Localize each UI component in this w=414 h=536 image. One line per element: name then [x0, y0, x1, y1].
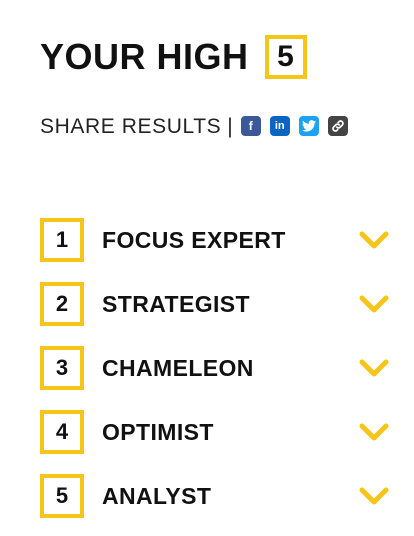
- share-separator: |: [227, 114, 233, 138]
- facebook-icon[interactable]: f: [240, 116, 261, 136]
- rank-badge: 4: [40, 410, 84, 454]
- share-results-label: SHARE RESULTS: [40, 114, 222, 138]
- linkedin-icon[interactable]: in: [269, 116, 290, 136]
- result-row-5[interactable]: 5 ANALYST: [40, 472, 394, 520]
- chevron-down-icon[interactable]: [358, 228, 390, 252]
- result-label: CHAMELEON: [102, 354, 254, 381]
- result-row-3[interactable]: 3 CHAMELEON: [40, 344, 394, 392]
- rank-badge: 5: [40, 474, 84, 518]
- results-list: 1 FOCUS EXPERT 2 STRATEGIST 3 CHAMELEON …: [40, 216, 394, 536]
- twitter-bird-icon: [301, 120, 316, 132]
- chevron-down-icon[interactable]: [358, 292, 390, 316]
- result-label: STRATEGIST: [102, 290, 250, 317]
- link-icon[interactable]: [327, 116, 348, 136]
- rank-badge: 1: [40, 218, 84, 262]
- result-label: ANALYST: [102, 482, 212, 509]
- chevron-down-icon[interactable]: [358, 484, 390, 508]
- twitter-icon[interactable]: [298, 116, 319, 136]
- chevron-down-icon[interactable]: [358, 356, 390, 380]
- chevron-down-icon[interactable]: [358, 420, 390, 444]
- page-title: YOUR HIGH: [40, 36, 249, 77]
- result-label: OPTIMIST: [102, 418, 214, 445]
- page-heading: YOUR HIGH 5: [40, 30, 307, 84]
- result-row-4[interactable]: 4 OPTIMIST: [40, 408, 394, 456]
- rank-badge: 3: [40, 346, 84, 390]
- share-bar: SHARE RESULTS | f in: [40, 112, 353, 140]
- chain-link-icon: [332, 120, 344, 132]
- result-row-2[interactable]: 2 STRATEGIST: [40, 280, 394, 328]
- high-count-badge: 5: [264, 35, 307, 79]
- result-row-1[interactable]: 1 FOCUS EXPERT: [40, 216, 394, 264]
- rank-badge: 2: [40, 282, 84, 326]
- result-label: FOCUS EXPERT: [102, 226, 286, 253]
